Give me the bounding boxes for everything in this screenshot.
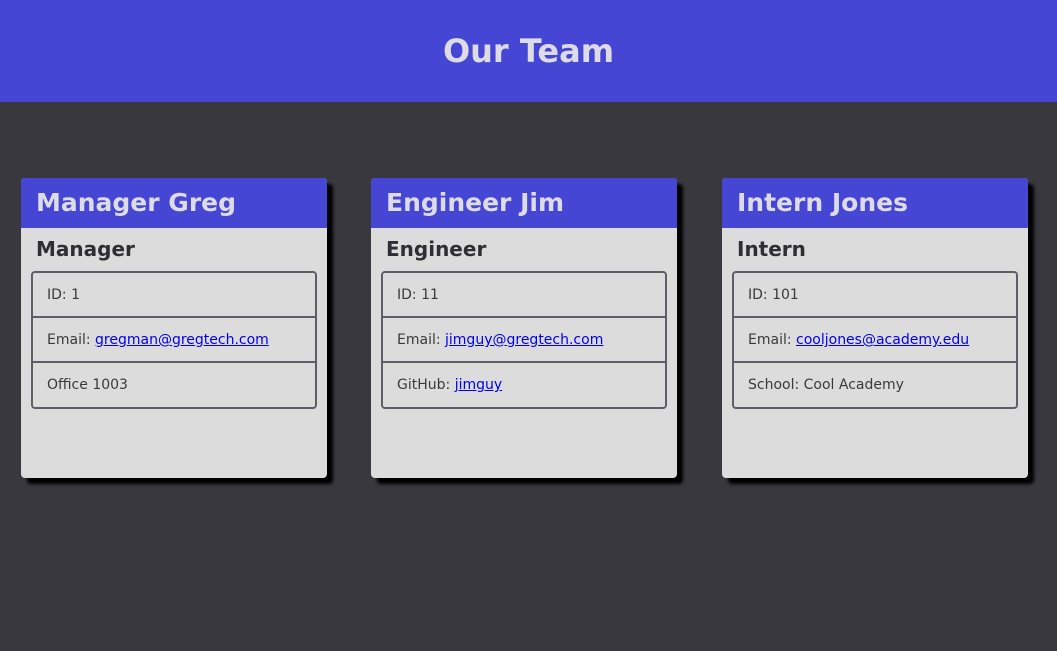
id-label: ID: xyxy=(748,287,768,303)
card-title: Intern Jones xyxy=(722,178,1028,228)
details-list: ID: 1 Email: gregman@gregtech.com Office… xyxy=(31,271,317,409)
school-name: School: Cool Academy xyxy=(748,377,904,393)
github-row: GitHub: jimguy xyxy=(383,363,665,407)
id-row: ID: 101 xyxy=(734,273,1016,318)
office-number: Office 1003 xyxy=(47,377,128,393)
card-role: Intern xyxy=(737,237,806,261)
email-label: Email: xyxy=(47,332,91,348)
github-label: GitHub: xyxy=(397,377,451,393)
card-role: Manager xyxy=(36,237,135,261)
email-row: Email: gregman@gregtech.com xyxy=(33,318,315,363)
id-label: ID: xyxy=(47,287,67,303)
email-row: Email: jimguy@gregtech.com xyxy=(383,318,665,363)
id-row: ID: 11 xyxy=(383,273,665,318)
employee-card-intern: Intern Jones Intern ID: 101 Email: coolj… xyxy=(722,178,1028,478)
id-row: ID: 1 xyxy=(33,273,315,318)
card-title: Manager Greg xyxy=(21,178,327,228)
email-link[interactable]: cooljones@academy.edu xyxy=(796,332,969,348)
id-value: 11 xyxy=(421,287,439,303)
email-label: Email: xyxy=(397,332,441,348)
id-value: 1 xyxy=(71,287,81,303)
card-role: Engineer xyxy=(386,237,487,261)
page-header: Our Team xyxy=(0,0,1057,102)
id-value: 101 xyxy=(772,287,799,303)
page-title: Our Team xyxy=(442,32,615,70)
email-row: Email: cooljones@academy.edu xyxy=(734,318,1016,363)
office-row: Office 1003 xyxy=(33,363,315,407)
employee-card-manager: Manager Greg Manager ID: 1 Email: gregma… xyxy=(21,178,327,478)
school-row: School: Cool Academy xyxy=(734,363,1016,407)
email-link[interactable]: jimguy@gregtech.com xyxy=(445,332,603,348)
employee-card-engineer: Engineer Jim Engineer ID: 11 Email: jimg… xyxy=(371,178,677,478)
details-list: ID: 101 Email: cooljones@academy.edu Sch… xyxy=(732,271,1018,409)
email-link[interactable]: gregman@gregtech.com xyxy=(95,332,269,348)
email-label: Email: xyxy=(748,332,792,348)
id-label: ID: xyxy=(397,287,417,303)
github-link[interactable]: jimguy xyxy=(455,377,502,393)
details-list: ID: 11 Email: jimguy@gregtech.com GitHub… xyxy=(381,271,667,409)
card-title: Engineer Jim xyxy=(371,178,677,228)
